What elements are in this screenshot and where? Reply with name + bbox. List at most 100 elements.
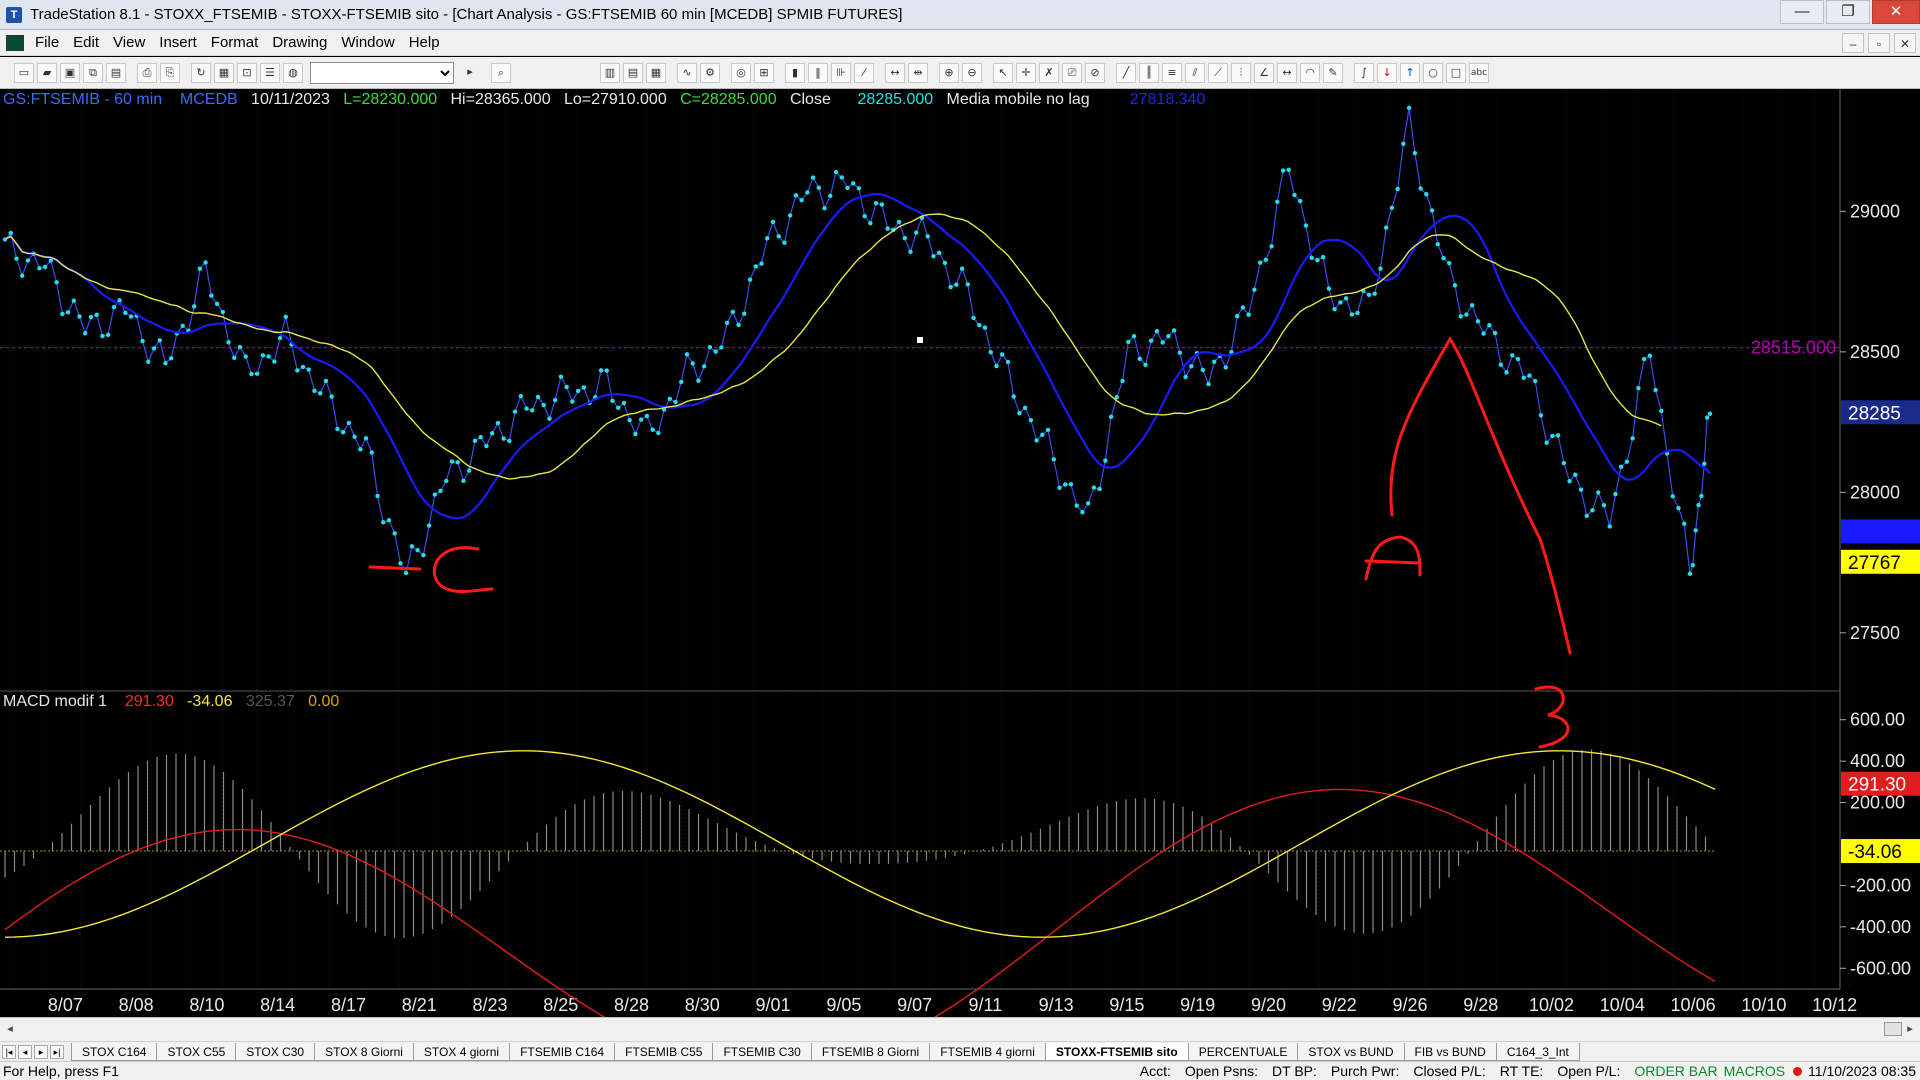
tab-stox-4-giorni[interactable]: STOX 4 giorni	[412, 1042, 511, 1061]
scroll-left-icon[interactable]: ◂	[2, 1021, 18, 1037]
radar-icon[interactable]: ◎	[731, 62, 751, 83]
rect-icon[interactable]: □	[1446, 62, 1466, 83]
chart-type-icon[interactable]: ▥	[600, 62, 620, 83]
arc-icon[interactable]: ◠	[1300, 62, 1320, 83]
text-icon[interactable]: abc	[1469, 62, 1489, 83]
tools-icon[interactable]: ✗	[1039, 62, 1059, 83]
zoom-in-icon[interactable]: ⊕	[939, 62, 959, 83]
workspace-dropdown[interactable]	[310, 61, 454, 84]
macros-button[interactable]: MACROS	[1724, 1063, 1785, 1079]
price-line[interactable]	[4, 107, 1711, 575]
tab-prev-icon[interactable]: ◂	[18, 1044, 32, 1059]
color-icon[interactable]: ◍	[283, 62, 303, 83]
order-bar-button[interactable]: ORDER BAR	[1634, 1063, 1717, 1079]
tab-ftsemib-c55[interactable]: FTSEMIB C55	[614, 1042, 714, 1061]
properties-icon[interactable]: ☰	[260, 62, 280, 83]
zoom-out-icon[interactable]: ⊖	[962, 62, 982, 83]
scroll-thumb[interactable]	[1884, 1022, 1902, 1036]
pencil-icon[interactable]: ✎	[1323, 62, 1343, 83]
tradestation-app-icon[interactable]: T	[6, 6, 22, 23]
tab-stox-c30[interactable]: STOX C30	[235, 1042, 316, 1061]
speed-line-icon[interactable]: ⟋	[1208, 62, 1228, 83]
tab-ftsemib-c164[interactable]: FTSEMIB C164	[509, 1042, 616, 1061]
layout-icon[interactable]: ▦	[214, 62, 234, 83]
restore-button[interactable]: ❐	[1826, 0, 1870, 24]
tab-last-icon[interactable]: ▸|	[50, 1044, 64, 1059]
price-point	[1618, 464, 1624, 470]
chart-horizontal-scrollbar[interactable]: ◂ ▸	[0, 1017, 1920, 1041]
open-icon[interactable]: ▰	[37, 62, 57, 83]
chart-document-icon[interactable]	[6, 34, 24, 51]
expand-icon[interactable]: ↔	[885, 62, 905, 83]
tab-percentuale[interactable]: PERCENTUALE	[1187, 1042, 1299, 1061]
print-icon[interactable]: ⎙	[137, 62, 157, 83]
circle-icon[interactable]: ○	[1423, 62, 1443, 83]
price-point	[214, 301, 220, 307]
chart-canvas[interactable]: 29000285002800027500600.00400.00200.00-2…	[0, 89, 1920, 1017]
dropdown-arrow-icon[interactable]: ▸	[460, 63, 480, 83]
close-button[interactable]: ✕	[1872, 0, 1920, 24]
arrow-up-icon[interactable]: ↑	[1400, 62, 1420, 83]
paste-icon[interactable]: ▤	[106, 62, 126, 83]
tab-stox-8-giorni[interactable]: STOX 8 Giorni	[314, 1042, 414, 1061]
price-point	[1040, 432, 1045, 438]
menu-format[interactable]: Format	[204, 30, 266, 56]
fib-icon[interactable]: ⫶	[1231, 62, 1251, 83]
line-icon[interactable]: ⁄	[854, 62, 874, 83]
hlc-icon[interactable]: ‖	[808, 62, 828, 83]
tab-stox-c164[interactable]: STOX C164	[71, 1042, 158, 1061]
indicator-icon[interactable]: ∿	[677, 62, 697, 83]
copy-icon[interactable]: ⧉	[83, 62, 103, 83]
tab-ftsemib-c30[interactable]: FTSEMIB C30	[712, 1042, 812, 1061]
save-icon[interactable]: ▣	[60, 62, 80, 83]
arrow-both-icon[interactable]: ↔	[1277, 62, 1297, 83]
curve-icon[interactable]: ∫	[1354, 62, 1374, 83]
chart-bar-icon[interactable]: ▤	[623, 62, 643, 83]
chart-analysis-window[interactable]: 29000 28500 28000 27500 600.00 400.00 200.00 -2…	[0, 89, 1920, 1017]
grid-icon[interactable]: ▦	[646, 62, 666, 83]
tab-stoxx-ftsemib-sito[interactable]: STOXX-FTSEMIB sito	[1044, 1042, 1189, 1061]
print-preview-icon[interactable]: ⎘	[160, 62, 180, 83]
tab-c164-3-int[interactable]: C164_3_Int	[1495, 1042, 1580, 1061]
menu-drawing[interactable]: Drawing	[265, 30, 334, 56]
refresh-icon[interactable]: ↻	[191, 62, 211, 83]
pointer-icon[interactable]: ↖	[993, 62, 1013, 83]
tab-stox-vs-bund[interactable]: STOX vs BUND	[1297, 1042, 1405, 1061]
new-icon[interactable]: ▭	[14, 62, 34, 83]
lock-icon[interactable]: ⊡	[237, 62, 257, 83]
strategy-icon[interactable]: ⚙	[700, 62, 720, 83]
mdi-restore-button[interactable]: ▫	[1868, 33, 1890, 53]
search-icon[interactable]: ⌕	[491, 62, 511, 83]
object-icon[interactable]: ⎚	[1062, 62, 1082, 83]
menu-view[interactable]: View	[106, 30, 152, 56]
candles-icon[interactable]: ⊪	[831, 62, 851, 83]
menu-edit[interactable]: Edit	[66, 30, 106, 56]
bar-chart-icon[interactable]: ▮	[785, 62, 805, 83]
tab-next-icon[interactable]: ▸	[34, 1044, 48, 1059]
matrix-icon[interactable]: ⊞	[754, 62, 774, 83]
scroll-right-icon[interactable]: ▸	[1902, 1021, 1918, 1037]
mdi-minimize-button[interactable]: –	[1842, 33, 1864, 53]
channel-icon[interactable]: ⫽	[1185, 62, 1205, 83]
menu-insert[interactable]: Insert	[152, 30, 204, 56]
moving-average-fast[interactable]	[4, 192, 1711, 520]
tab-first-icon[interactable]: |◂	[2, 1044, 16, 1059]
trendline-icon[interactable]: ╱	[1116, 62, 1136, 83]
angle-icon[interactable]: ∠	[1254, 62, 1274, 83]
compress-icon[interactable]: ⇹	[908, 62, 928, 83]
menu-file[interactable]: File	[28, 30, 66, 56]
mdi-close-button[interactable]: ✕	[1894, 33, 1916, 53]
tab-stox-c55[interactable]: STOX C55	[156, 1042, 237, 1061]
tab-ftsemib-4-giorni[interactable]: FTSEMIB 4 giorni	[929, 1042, 1046, 1061]
menu-window[interactable]: Window	[334, 30, 401, 56]
crosshair-icon[interactable]: ✛	[1016, 62, 1036, 83]
tab-ftsemib-8-giorni[interactable]: FTSEMIB 8 Giorni	[810, 1042, 931, 1061]
menu-help[interactable]: Help	[402, 30, 447, 56]
minimize-button[interactable]: —	[1780, 0, 1824, 24]
delete-icon[interactable]: ⊘	[1085, 62, 1105, 83]
arrow-down-icon[interactable]: ↓	[1377, 62, 1397, 83]
moving-average-slow[interactable]	[4, 213, 1662, 480]
hline-icon[interactable]: ≡	[1162, 62, 1182, 83]
vline-icon[interactable]: ║	[1139, 62, 1159, 83]
tab-fib-vs-bund[interactable]: FIB vs BUND	[1403, 1042, 1497, 1061]
